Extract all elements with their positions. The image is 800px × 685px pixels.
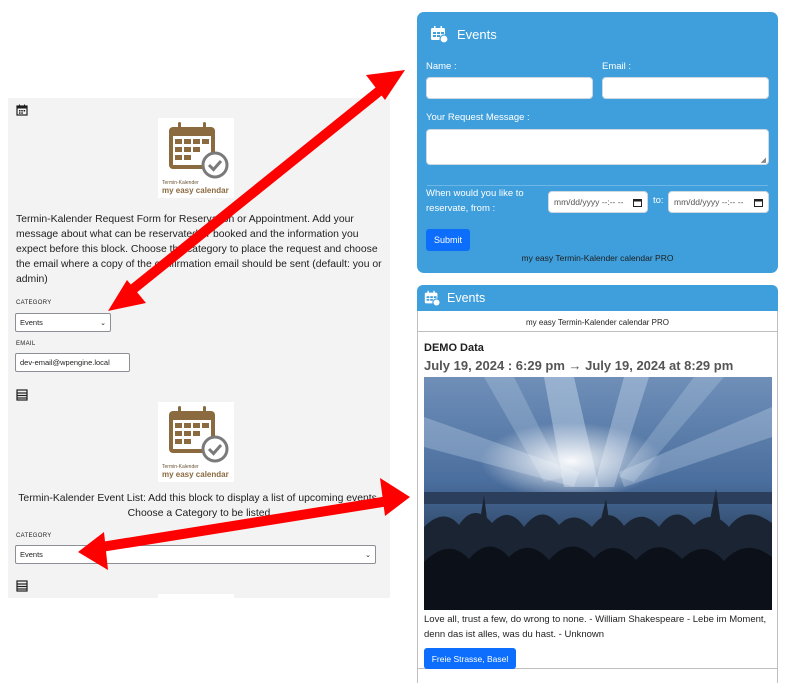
event-title: DEMO Data — [424, 342, 484, 354]
request-form-card: Events Name : Email : Your Request Messa… — [417, 12, 778, 273]
event-list-title: Events — [447, 291, 486, 305]
list-block-icon[interactable] — [16, 580, 28, 592]
category-select[interactable]: Events ⌄ — [15, 313, 111, 332]
event-item: DEMO Data July 19, 2024 : 6:29 pm → July… — [418, 331, 777, 669]
logo-partial — [158, 594, 234, 598]
request-block-description: Termin-Kalender Request Form for Reserva… — [16, 214, 382, 285]
calendar-picker-icon[interactable] — [754, 198, 763, 207]
event-list-body: my easy Termin-Kalender calendar PRO DEM… — [417, 311, 778, 683]
arrow-head-icon — [366, 70, 405, 100]
event-list-header: Events — [417, 285, 778, 311]
email-label: Email : — [602, 61, 632, 72]
calendar-block-icon[interactable] — [16, 104, 28, 116]
date-from-input[interactable]: mm/dd/yyyy --:-- -- — [548, 191, 648, 213]
submit-button[interactable]: Submit — [426, 229, 470, 251]
name-input[interactable] — [426, 77, 593, 99]
date-from-placeholder: mm/dd/yyyy --:-- -- — [554, 197, 624, 207]
logo-line-2: my easy calendar — [162, 186, 229, 195]
date-to-placeholder: mm/dd/yyyy --:-- -- — [674, 197, 744, 207]
calendar-logo-icon — [424, 290, 441, 307]
event-description: Love all, trust a few, do wrong to none.… — [424, 614, 767, 640]
list-block-description: Termin-Kalender Event List: Add this blo… — [18, 493, 380, 519]
chevron-down-icon: ⌄ — [100, 319, 106, 327]
category-label-2: CATEGORY — [16, 533, 52, 539]
calendar-logo-icon — [431, 26, 449, 44]
form-footer: my easy Termin-Kalender calendar PRO — [521, 253, 674, 263]
email-label: EMAIL — [16, 341, 36, 347]
email-input[interactable] — [602, 77, 769, 99]
message-textarea[interactable]: ◢ — [426, 129, 769, 165]
calendar-picker-icon[interactable] — [633, 198, 642, 207]
termin-kalender-logo-2: Termin-Kalender my easy calendar — [158, 402, 234, 482]
event-date: July 19, 2024 : 6:29 pm → July 19, 2024 … — [424, 358, 734, 373]
event-list-footer: my easy Termin-Kalender calendar PRO — [525, 318, 670, 327]
email-field[interactable]: dev-email@wpengine.local — [15, 353, 130, 372]
email-field-value: dev-email@wpengine.local — [20, 358, 110, 367]
form-title: Events — [457, 26, 497, 42]
category-select-value: Events — [20, 318, 43, 327]
block-editor-panel: Termin-Kalender my easy calendar Termin-… — [8, 98, 390, 598]
location-button[interactable]: Freie Strasse, Basel — [424, 648, 516, 669]
name-label: Name : — [426, 61, 457, 72]
resize-handle-icon[interactable]: ◢ — [761, 156, 766, 164]
chevron-down-icon: ⌄ — [365, 551, 371, 559]
category-label: CATEGORY — [16, 300, 52, 306]
termin-kalender-logo: Termin-Kalender my easy calendar — [158, 118, 234, 198]
list-block-icon[interactable] — [16, 389, 28, 401]
logo-2-line-2: my easy calendar — [162, 470, 229, 479]
event-concert-image — [424, 377, 772, 610]
category-select-2[interactable]: Events ⌄ — [15, 545, 376, 564]
form-header: Events — [429, 24, 497, 44]
date-question-label: When would you like to reservate, from : — [426, 188, 524, 214]
to-label: to: — [653, 195, 664, 206]
message-label: Your Request Message : — [426, 112, 530, 123]
date-to-input[interactable]: mm/dd/yyyy --:-- -- — [668, 191, 769, 213]
category-select-2-value: Events — [20, 550, 43, 559]
